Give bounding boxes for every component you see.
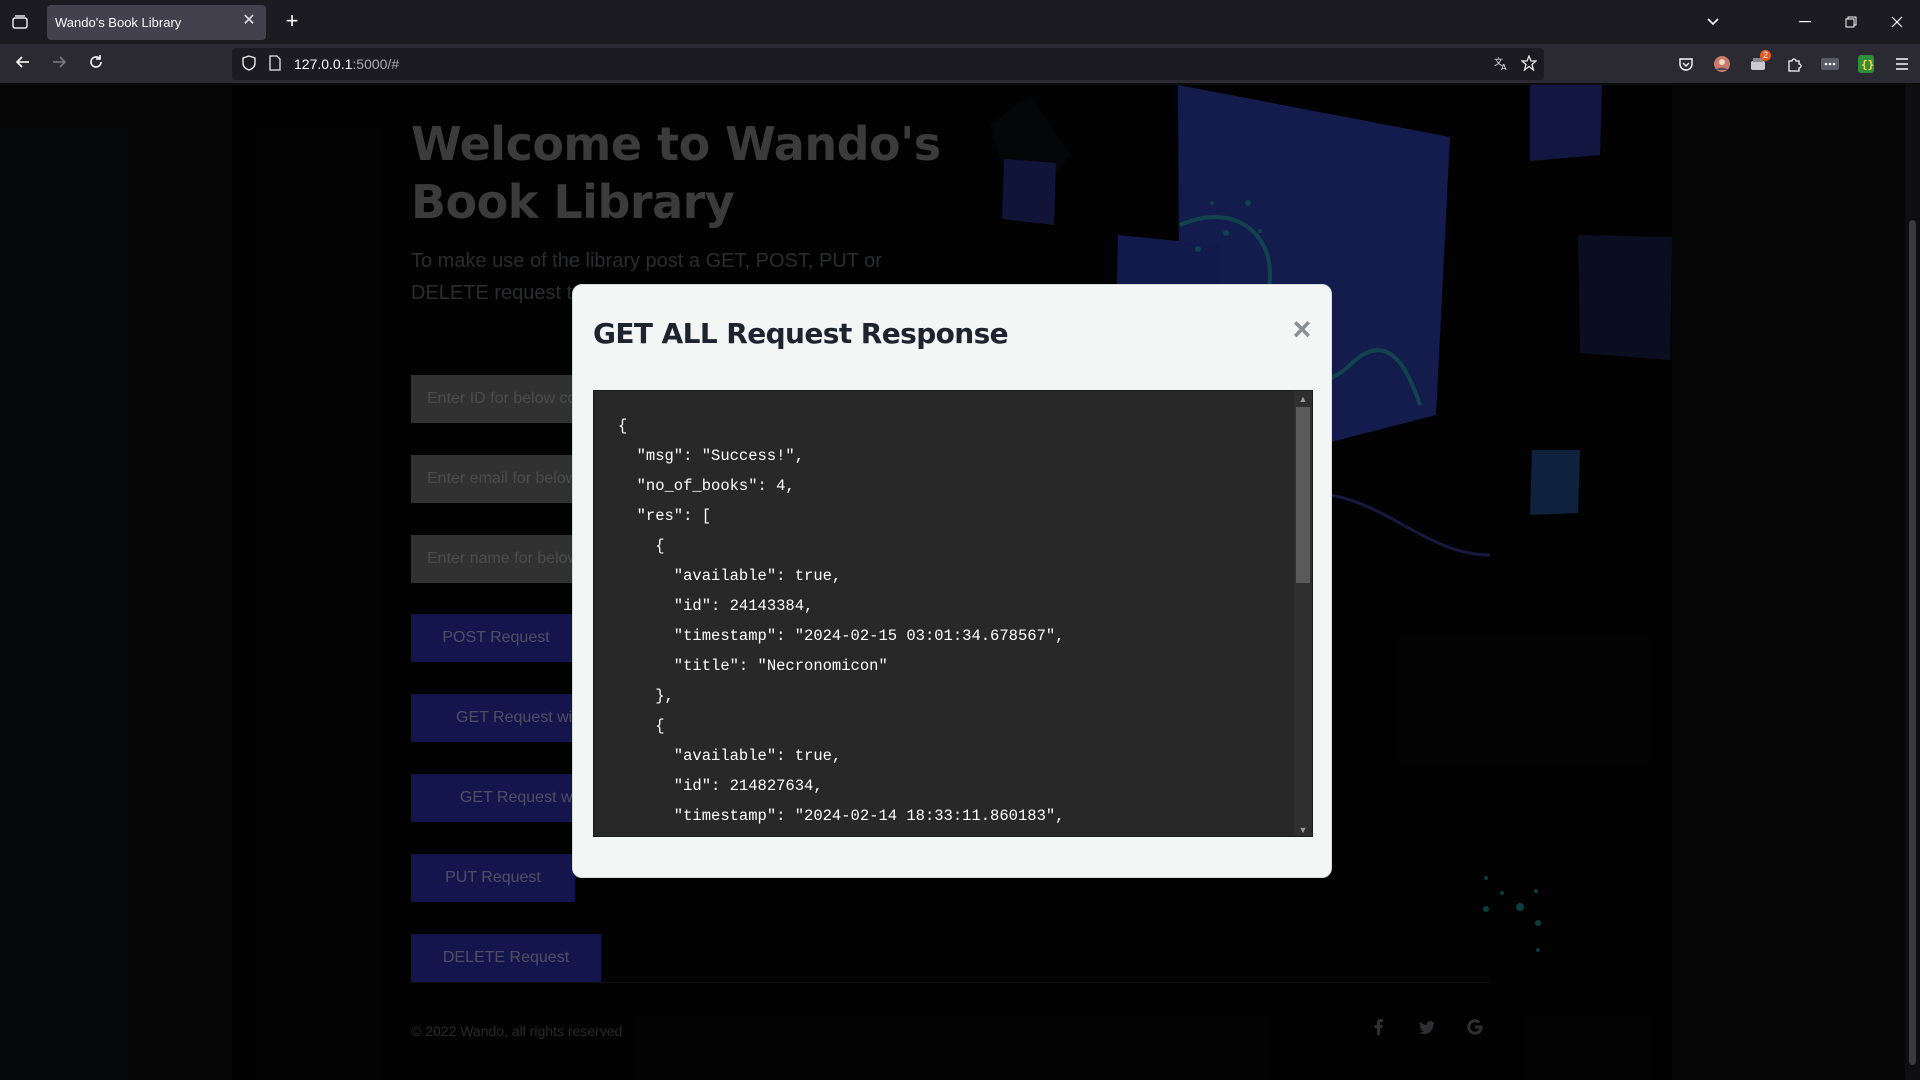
svg-text:{}: {} <box>1861 58 1874 71</box>
response-line: "available": true, <box>618 567 842 585</box>
response-line: "title": "Necronomicon" <box>618 657 888 675</box>
url-path: :5000/# <box>352 56 400 72</box>
response-line: { <box>618 537 665 555</box>
response-line: "no_of_books": 4, <box>618 477 795 495</box>
code-scrollbar-thumb[interactable] <box>1296 407 1310 583</box>
restore-icon[interactable] <box>1828 0 1874 44</box>
address-bar[interactable]: 127.0.0.1:5000/# 文A <box>232 48 1544 80</box>
svg-text:A: A <box>1501 63 1507 71</box>
response-line: { <box>618 717 665 735</box>
url-text: 127.0.0.1:5000/# <box>294 56 399 72</box>
app-menu-icon[interactable] <box>1884 44 1920 84</box>
page-scrollbar-thumb[interactable] <box>1909 220 1916 1065</box>
window-close-icon[interactable] <box>1874 0 1920 44</box>
pocket-icon[interactable] <box>1668 44 1704 84</box>
shield-icon[interactable] <box>240 55 258 73</box>
response-json: { "msg": "Success!", "no_of_books": 4, "… <box>618 411 1064 831</box>
response-line: "id": 24143384, <box>618 597 814 615</box>
extension-dots-icon[interactable] <box>1812 44 1848 84</box>
response-line: "id": 214827634, <box>618 777 823 795</box>
modal-close-icon[interactable]: × <box>1287 313 1317 345</box>
response-code-box[interactable]: { "msg": "Success!", "no_of_books": 4, "… <box>593 390 1313 837</box>
response-line: }, <box>618 687 674 705</box>
account-avatar-icon[interactable] <box>1704 44 1740 84</box>
response-line: "msg": "Success!", <box>618 447 805 465</box>
minimize-icon[interactable] <box>1782 0 1828 44</box>
toolbar-extensions: 2 {} <box>1668 44 1920 84</box>
extension-badge-icon[interactable]: 2 <box>1740 44 1776 84</box>
extension-badge-count: 2 <box>1760 50 1772 61</box>
tab-title: Wando's Book Library <box>55 15 182 30</box>
extensions-puzzle-icon[interactable] <box>1776 44 1812 84</box>
response-line: "available": true, <box>618 747 842 765</box>
window-controls <box>1690 0 1920 44</box>
forward-icon[interactable] <box>47 52 71 76</box>
scroll-up-arrow-icon[interactable]: ▲ <box>1294 391 1312 407</box>
response-line: "res": [ <box>618 507 712 525</box>
browser-tab[interactable]: Wando's Book Library ✕ <box>47 5 266 40</box>
url-host: 127.0.0.1 <box>294 56 353 72</box>
response-line: "timestamp": "2024-02-15 03:01:34.678567… <box>618 627 1065 645</box>
tab-overflow-chevron-icon[interactable] <box>1690 0 1736 44</box>
response-line: "timestamp": "2024-02-14 18:33:11.860183… <box>618 807 1065 825</box>
browser-tab-bar: Wando's Book Library ✕ + <box>0 0 1920 44</box>
code-scrollbar[interactable]: ▲ ▼ <box>1294 391 1312 836</box>
extension-code-icon[interactable]: {} <box>1848 44 1884 84</box>
modal-title: GET ALL Request Response <box>593 317 1009 350</box>
back-icon[interactable] <box>11 52 35 76</box>
scroll-down-arrow-icon[interactable]: ▼ <box>1294 822 1312 836</box>
browser-nav-bar: 127.0.0.1:5000/# 文A 2 {} <box>0 44 1920 84</box>
bookmark-star-icon[interactable] <box>1520 54 1538 73</box>
response-line: { <box>618 417 628 435</box>
response-modal: GET ALL Request Response × { "msg": "Suc… <box>572 284 1332 878</box>
tab-close-icon[interactable]: ✕ <box>240 12 258 30</box>
reload-icon[interactable] <box>84 52 108 76</box>
page-info-icon[interactable] <box>266 55 284 73</box>
page-scrollbar[interactable] <box>1905 85 1920 1080</box>
new-tab-button[interactable]: + <box>280 10 304 34</box>
translate-icon[interactable]: 文A <box>1492 55 1510 73</box>
tab-list-icon[interactable] <box>8 10 32 34</box>
